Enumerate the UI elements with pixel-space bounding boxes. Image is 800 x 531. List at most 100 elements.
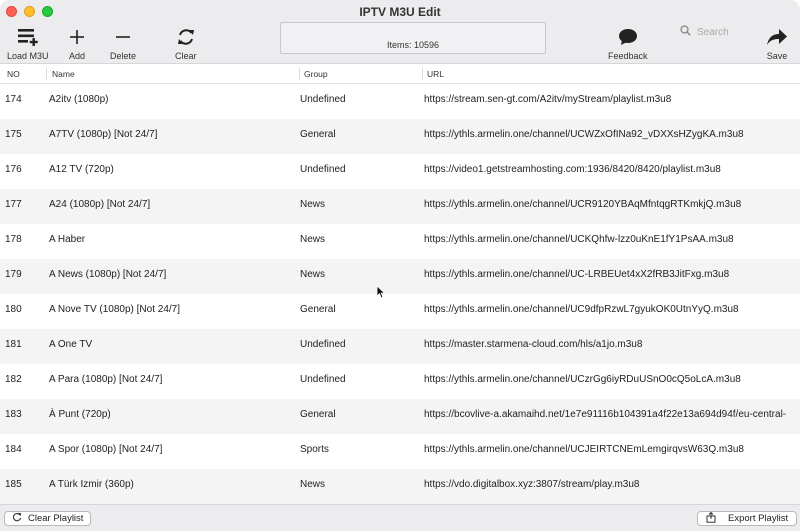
cell-no: 181	[5, 339, 22, 350]
bottom-bar: Clear Playlist Export Playlist	[0, 504, 800, 531]
feedback-label: Feedback	[608, 51, 648, 61]
column-header-url[interactable]: URL	[427, 69, 444, 79]
cell-no: 184	[5, 444, 22, 455]
cell-group: News	[300, 479, 326, 490]
delete-label: Delete	[110, 51, 137, 61]
table-row[interactable]: 180 A Nove TV (1080p) [Not 24/7] General ht…	[0, 294, 800, 329]
cell-no: 176	[5, 164, 22, 175]
table-row[interactable]: 175 A7TV (1080p) [Not 24/7] General https:/…	[0, 119, 800, 154]
cell-name: A12 TV (720p)	[49, 164, 114, 175]
column-divider[interactable]	[299, 68, 300, 80]
cell-group: Undefined	[300, 339, 346, 350]
cell-no: 182	[5, 374, 22, 385]
table-row[interactable]: 183 À Punt (720p) General https://bcovlive-…	[0, 399, 800, 434]
table-row[interactable]: 184 A Spor (1080p) [Not 24/7] Sports https:…	[0, 434, 800, 469]
share-arrow-icon	[766, 26, 788, 48]
cell-group: News	[300, 269, 326, 280]
table-header: NO Name Group URL	[0, 64, 800, 84]
magnifier-icon	[680, 23, 691, 41]
cell-no: 180	[5, 304, 22, 315]
table-row[interactable]: 179 A News (1080p) [Not 24/7] News https://…	[0, 259, 800, 294]
load-m3u-button[interactable]: Load M3U	[7, 26, 49, 61]
cell-no: 177	[5, 199, 22, 210]
clear-label: Clear	[175, 51, 197, 61]
cell-url: https://ythls.armelin.one/channel/UC9dfp…	[424, 304, 739, 315]
table-row[interactable]: 185 A Türk Izmir (360p) News https://vdo.di…	[0, 469, 800, 504]
cell-url: https://ythls.armelin.one/channel/UCR912…	[424, 199, 742, 210]
cell-no: 174	[5, 94, 22, 105]
delete-button[interactable]: Delete	[110, 26, 136, 61]
add-label: Add	[69, 51, 86, 61]
cell-name: A24 (1080p) [Not 24/7]	[49, 199, 151, 210]
cell-no: 183	[5, 409, 22, 420]
table-row[interactable]: 174 A2itv (1080p) Undefined https://stream.…	[0, 84, 800, 119]
items-count-text: Items: 10596	[386, 40, 440, 50]
cell-group: News	[300, 234, 326, 245]
clear-button[interactable]: Clear	[175, 26, 197, 61]
cell-no: 178	[5, 234, 22, 245]
table-row[interactable]: 182 A Para (1080p) [Not 24/7] Undefined htt…	[0, 364, 800, 399]
cell-group: General	[300, 129, 336, 140]
column-header-no[interactable]: NO	[7, 69, 20, 79]
share-small-icon	[706, 511, 716, 526]
table-row[interactable]: 176 A12 TV (720p) Undefined https://video1.…	[0, 154, 800, 189]
export-playlist-label: Export Playlist	[728, 513, 789, 524]
items-count-box: Items: 10596	[280, 22, 546, 54]
cell-group: News	[300, 199, 326, 210]
clear-playlist-label: Clear Playlist	[28, 513, 84, 524]
cell-name: A Haber	[49, 234, 86, 245]
cell-url: https://ythls.armelin.one/channel/UCzrGg…	[424, 374, 741, 385]
cell-name: A Spor (1080p) [Not 24/7]	[49, 444, 163, 455]
cell-name: A Nove TV (1080p) [Not 24/7]	[49, 304, 181, 315]
cell-no: 175	[5, 129, 22, 140]
save-label: Save	[766, 51, 788, 61]
table-row[interactable]: 177 A24 (1080p) [Not 24/7] News https://yth…	[0, 189, 800, 224]
table-body: 174 A2itv (1080p) Undefined https://stream.…	[0, 84, 800, 504]
cell-name: À Punt (720p)	[49, 409, 111, 420]
cell-url: https://vdo.digitalbox.xyz:3807/stream/p…	[424, 479, 640, 490]
cell-url: https://stream.sen-gt.com/A2itv/myStream…	[424, 94, 672, 105]
column-header-name[interactable]: Name	[52, 69, 75, 79]
app-window: IPTV M3U Edit Load M3U Add Delete Clear …	[0, 0, 800, 531]
cell-url: https://bcovlive-a.akamaihd.net/1e7e9111…	[424, 409, 787, 420]
cell-no: 179	[5, 269, 22, 280]
cell-name: A Para (1080p) [Not 24/7]	[49, 374, 163, 385]
load-m3u-label: Load M3U	[7, 51, 49, 61]
cell-no: 185	[5, 479, 22, 490]
toolbar: IPTV M3U Edit Load M3U Add Delete Clear …	[0, 0, 800, 64]
table-row[interactable]: 178 A Haber News https://ythls.armelin.one/…	[0, 224, 800, 259]
cell-group: Undefined	[300, 94, 346, 105]
cell-url: https://master.starmena-cloud.com/hls/a1…	[424, 339, 643, 350]
add-button[interactable]: Add	[69, 26, 85, 61]
refresh-small-icon	[12, 512, 22, 525]
feedback-button[interactable]: Feedback	[608, 26, 648, 61]
cell-name: A7TV (1080p) [Not 24/7]	[49, 129, 158, 140]
cell-group: General	[300, 304, 336, 315]
cell-url: https://ythls.armelin.one/channel/UCJEIR…	[424, 444, 744, 455]
cell-name: A One TV	[49, 339, 93, 350]
column-divider[interactable]	[46, 68, 47, 80]
plus-icon	[69, 26, 85, 48]
window-title: IPTV M3U Edit	[359, 5, 441, 19]
column-header-group[interactable]: Group	[304, 69, 328, 79]
search-field[interactable]: Search	[680, 25, 760, 39]
cell-group: Sports	[300, 444, 329, 455]
search-input[interactable]: Search	[697, 27, 729, 38]
column-divider[interactable]	[422, 68, 423, 80]
cell-name: A2itv (1080p)	[49, 94, 109, 105]
cell-group: General	[300, 409, 336, 420]
clear-playlist-button[interactable]: Clear Playlist	[4, 511, 92, 526]
list-add-icon	[17, 26, 39, 48]
export-playlist-button[interactable]: Export Playlist	[697, 511, 798, 526]
save-button[interactable]: Save	[766, 26, 788, 61]
cell-url: https://video1.getstreamhosting.com:1936…	[424, 164, 721, 175]
table-row[interactable]: 181 A One TV Undefined https://master.starm…	[0, 329, 800, 364]
cell-name: A Türk Izmir (360p)	[49, 479, 134, 490]
cell-name: A News (1080p) [Not 24/7]	[49, 269, 167, 280]
mouse-cursor-icon	[376, 285, 386, 304]
minus-icon	[115, 26, 131, 48]
cell-url: https://ythls.armelin.one/channel/UCKQhf…	[424, 234, 734, 245]
cell-group: Undefined	[300, 374, 346, 385]
cell-group: Undefined	[300, 164, 346, 175]
refresh-icon	[176, 26, 196, 48]
